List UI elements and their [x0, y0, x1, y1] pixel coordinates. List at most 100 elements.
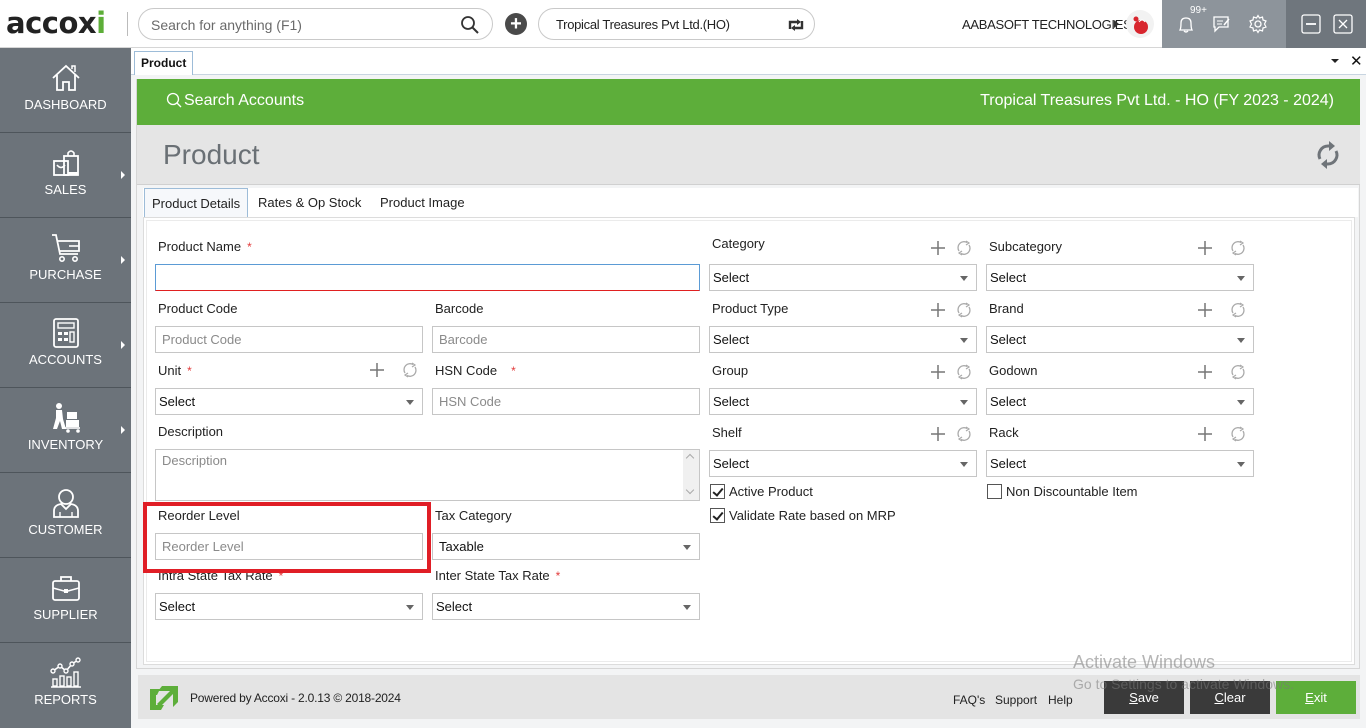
tab-rates-op-stock[interactable]: Rates & Op Stock: [251, 188, 368, 217]
refresh-category-icon[interactable]: [956, 240, 972, 256]
intra-state-tax-rate-select[interactable]: Select: [155, 593, 423, 620]
faq-link[interactable]: FAQ's: [953, 693, 985, 707]
refresh-product-type-icon[interactable]: [956, 302, 972, 318]
unit-label: Unit *: [158, 363, 192, 378]
search-icon[interactable]: [460, 15, 480, 35]
org-caret-icon[interactable]: [1114, 20, 1119, 28]
activation-watermark-subtitle: Go to Settings to activate Windows.: [1073, 676, 1294, 692]
non-discountable-label[interactable]: Non Discountable Item: [1006, 484, 1138, 499]
org-avatar[interactable]: [1126, 10, 1154, 38]
add-group-icon[interactable]: [930, 364, 946, 380]
add-product-type-icon[interactable]: [930, 302, 946, 318]
validate-mrp-label[interactable]: Validate Rate based on MRP: [729, 508, 896, 523]
minimize-icon[interactable]: [1301, 14, 1321, 34]
add-brand-icon[interactable]: [1197, 302, 1213, 318]
sidebar-item-inventory[interactable]: INVENTORY: [0, 388, 131, 473]
chat-icon[interactable]: [1212, 14, 1232, 34]
sidebar-item-dashboard[interactable]: DASHBOARD: [0, 48, 131, 133]
switch-company-icon[interactable]: [786, 15, 806, 35]
sidebar-label: REPORTS: [34, 692, 97, 707]
page-title: Product: [163, 139, 260, 170]
product-name-input[interactable]: [155, 264, 700, 291]
sidebar-label: DASHBOARD: [24, 97, 107, 112]
trolley-icon: [53, 403, 80, 433]
refresh-subcategory-icon[interactable]: [1230, 240, 1246, 256]
inter-state-tax-rate-select[interactable]: Select: [432, 593, 700, 620]
chevron-down-icon: [1237, 276, 1245, 281]
brand-select[interactable]: Select: [986, 326, 1254, 353]
subcategory-select[interactable]: Select: [986, 264, 1254, 291]
scroll-up-icon[interactable]: [685, 453, 695, 463]
description-scrollbar[interactable]: [683, 450, 699, 500]
bell-icon[interactable]: [1176, 14, 1196, 34]
add-godown-icon[interactable]: [1197, 364, 1213, 380]
godown-select[interactable]: Select: [986, 388, 1254, 415]
reorder-level-input[interactable]: [155, 533, 423, 560]
rack-label: Rack: [989, 425, 1019, 440]
add-shelf-icon[interactable]: [930, 426, 946, 442]
refresh-godown-icon[interactable]: [1230, 364, 1246, 380]
tax-category-select[interactable]: Taxable: [432, 533, 700, 560]
tab-product-image[interactable]: Product Image: [373, 188, 472, 217]
accoxi-footer-logo: [150, 686, 178, 710]
barcode-input[interactable]: [432, 326, 700, 353]
global-search-input[interactable]: [151, 15, 451, 35]
barcode-label: Barcode: [435, 301, 484, 316]
green-header: Search Accounts Tropical Treasures Pvt L…: [137, 79, 1360, 125]
close-tab-icon[interactable]: ✕: [1350, 52, 1363, 70]
group-label: Group: [712, 363, 749, 378]
refresh-group-icon[interactable]: [956, 364, 972, 380]
add-icon[interactable]: +: [505, 13, 527, 35]
tab-list-dropdown-icon[interactable]: [1331, 59, 1339, 63]
search-icon: [166, 92, 182, 108]
company-selector[interactable]: Tropical Treasures Pvt Ltd.(HO): [538, 8, 815, 40]
sidebar-label: PURCHASE: [29, 267, 102, 282]
help-link[interactable]: Help: [1048, 693, 1073, 707]
active-product-label[interactable]: Active Product: [729, 484, 813, 499]
description-textarea[interactable]: Description: [155, 449, 700, 501]
add-subcategory-icon[interactable]: [1197, 240, 1213, 256]
search-accounts-label: Search Accounts: [184, 92, 305, 109]
category-label: Category: [712, 236, 765, 251]
category-select[interactable]: Select: [709, 264, 977, 291]
sidebar-item-reports[interactable]: REPORTS: [0, 643, 131, 728]
hsn-code-label: HSN Code *: [435, 363, 516, 378]
logo-leaf: i: [96, 6, 106, 40]
non-discountable-checkbox[interactable]: [987, 484, 1002, 499]
chevron-down-icon: [1237, 400, 1245, 405]
refresh-rack-icon[interactable]: [1230, 426, 1246, 442]
rack-select[interactable]: Select: [986, 450, 1254, 477]
refresh-unit-icon[interactable]: [402, 362, 418, 378]
tab-product-details[interactable]: Product Details: [144, 188, 249, 217]
validate-mrp-checkbox[interactable]: [710, 508, 725, 523]
organization-name[interactable]: AABASOFT TECHNOLOGIES: [962, 17, 1132, 32]
doc-tab-product[interactable]: Product: [134, 51, 194, 75]
unit-select[interactable]: Select: [155, 388, 423, 415]
gear-icon[interactable]: [1248, 14, 1268, 34]
sidebar-item-accounts[interactable]: ACCOUNTS: [0, 303, 131, 388]
chevron-down-icon: [1237, 462, 1245, 467]
global-search[interactable]: [138, 8, 493, 40]
shelf-select[interactable]: Select: [709, 450, 977, 477]
hsn-code-input[interactable]: [432, 388, 700, 415]
sidebar-item-supplier[interactable]: SUPPLIER: [0, 558, 131, 643]
calculator-icon: [53, 318, 79, 348]
scroll-down-icon[interactable]: [685, 485, 695, 495]
sidebar-item-customer[interactable]: CUSTOMER: [0, 473, 131, 558]
add-category-icon[interactable]: [930, 240, 946, 256]
product-type-select[interactable]: Select: [709, 326, 977, 353]
add-unit-icon[interactable]: [369, 362, 385, 378]
add-rack-icon[interactable]: [1197, 426, 1213, 442]
refresh-brand-icon[interactable]: [1230, 302, 1246, 318]
search-accounts-button[interactable]: Search Accounts: [166, 92, 304, 110]
refresh-shelf-icon[interactable]: [956, 426, 972, 442]
close-icon[interactable]: [1333, 14, 1353, 34]
sidebar-item-purchase[interactable]: PURCHASE: [0, 218, 131, 303]
product-code-input[interactable]: [155, 326, 423, 353]
refresh-icon[interactable]: [1314, 139, 1342, 171]
support-link[interactable]: Support: [995, 693, 1037, 707]
chevron-down-icon: [683, 605, 691, 610]
sidebar-item-sales[interactable]: SALES: [0, 133, 131, 218]
group-select[interactable]: Select: [709, 388, 977, 415]
active-product-checkbox[interactable]: [710, 484, 725, 499]
